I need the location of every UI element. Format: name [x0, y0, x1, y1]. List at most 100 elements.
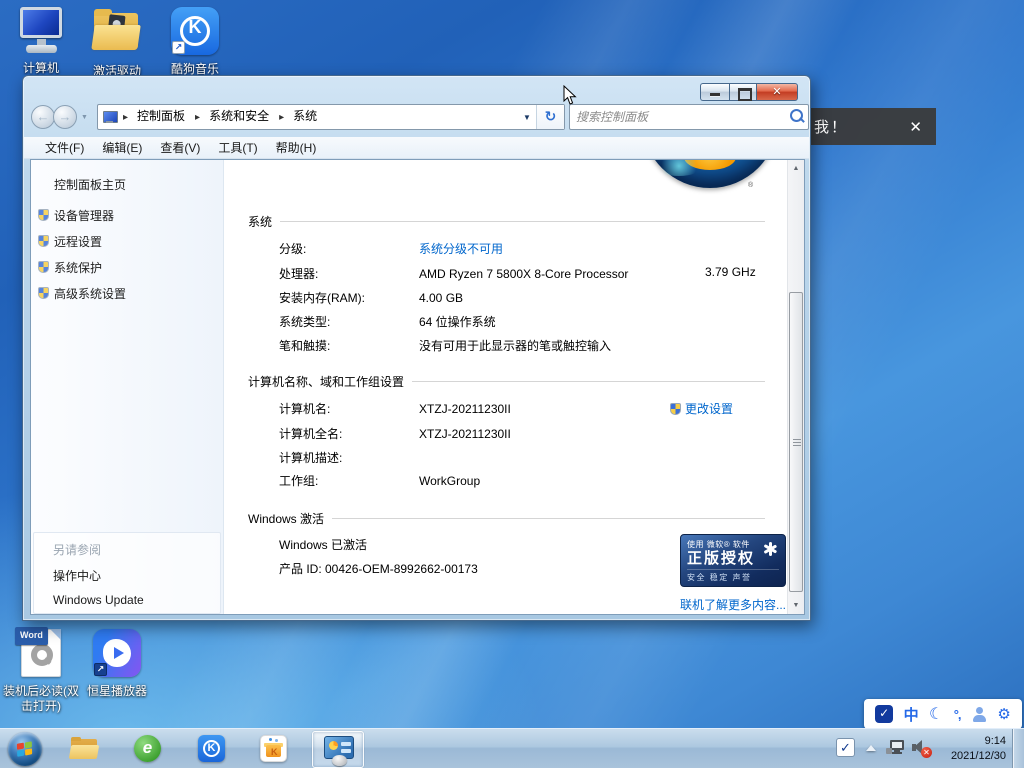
desktop-icon-activation-driver[interactable]: 激活驱动 — [78, 6, 156, 79]
genuine-software-badge[interactable]: 使用 微软® 软件 正版授权 安全 稳定 声誉 — [680, 534, 786, 587]
folder-icon — [91, 9, 143, 61]
taskbar-control-panel-button-active[interactable] — [312, 731, 364, 768]
ime-language-mode[interactable]: 中 — [904, 704, 919, 725]
tray-volume-muted-icon[interactable] — [912, 740, 932, 758]
word-document-icon: Word — [15, 629, 67, 681]
scrollbar-thumb[interactable] — [789, 292, 803, 592]
system-window: 控制面板 系统和安全 系统 文件(F) 编辑(E) 查看(V) 工具(T) 帮助… — [22, 75, 811, 621]
desktop-icon-readme-doc[interactable]: Word 装机后必读(双击打开) — [2, 628, 80, 714]
address-dropdown-icon[interactable] — [518, 113, 536, 122]
desktop-icon-star-player[interactable]: ↗ 恒星播放器 — [78, 628, 156, 699]
media-player-icon: ↗ — [91, 629, 143, 681]
ime-fullwidth-moon-icon[interactable] — [929, 704, 943, 724]
menu-file[interactable]: 文件(F) — [36, 137, 93, 158]
sidebar-item-advanced-settings[interactable]: 高级系统设置 — [54, 285, 126, 302]
section-header-system: 系统 — [248, 213, 765, 230]
sidebar-item-system-protection[interactable]: 系统保护 — [54, 259, 102, 276]
taskbar-explorer-button[interactable] — [70, 735, 98, 763]
scroll-up-icon[interactable] — [788, 160, 804, 177]
breadcrumb-system[interactable]: 系统 — [274, 104, 322, 130]
desktop-icon-label: 恒星播放器 — [78, 684, 156, 699]
ime-punctuation-icon[interactable] — [954, 707, 961, 722]
shortcut-arrow-icon: ↗ — [172, 41, 185, 54]
kugou-icon: K — [198, 735, 225, 762]
uac-shield-icon — [38, 261, 49, 273]
close-button[interactable] — [756, 83, 798, 101]
name-row-full-name: 计算机全名:XTZJ-20211230II — [279, 425, 511, 442]
menu-tools[interactable]: 工具(T) — [209, 137, 266, 158]
search-icon[interactable] — [786, 106, 808, 128]
taskbar-gamebox-button[interactable]: K — [260, 735, 288, 763]
name-row-computer-name: 计算机名:XTZJ-20211230II — [279, 400, 511, 417]
activation-status: Windows 已激活 — [279, 536, 367, 553]
uac-shield-icon — [38, 287, 49, 299]
start-button[interactable] — [8, 732, 42, 766]
sidebar-item-action-center[interactable]: 操作中心 — [53, 567, 101, 584]
kugou-music-icon: K ↗ — [169, 7, 221, 59]
gamebox-icon: K — [260, 735, 287, 762]
desktop-icon-kugou-music[interactable]: K ↗ 酷狗音乐 — [156, 6, 234, 77]
maximize-button[interactable] — [729, 83, 756, 101]
sidebar-item-control-panel-home[interactable]: 控制面板主页 — [54, 176, 126, 193]
system-row-processor: 处理器:AMD Ryzen 7 5800X 8-Core Processor 3… — [279, 265, 628, 282]
change-settings-link[interactable]: 更改设置 — [670, 400, 733, 417]
menu-bar: 文件(F) 编辑(E) 查看(V) 工具(T) 帮助(H) — [24, 137, 809, 159]
forward-button[interactable] — [53, 105, 77, 129]
window-body: 控制面板主页 设备管理器 远程设置 系统保护 高级系统设置 另请参阅 操作中心 … — [30, 159, 805, 615]
search-input[interactable] — [570, 110, 786, 124]
address-bar[interactable]: 控制面板 系统和安全 系统 — [97, 104, 565, 130]
sidebar: 控制面板主页 设备管理器 远程设置 系统保护 高级系统设置 另请参阅 操作中心 … — [31, 160, 224, 614]
search-box — [569, 104, 809, 130]
system-row-pen-touch: 笔和触摸:没有可用于此显示器的笔或触控输入 — [279, 337, 611, 354]
tray-network-icon[interactable] — [886, 739, 906, 757]
notification-close-icon[interactable] — [909, 118, 922, 136]
tray-clock[interactable]: 9:14 2021/12/30 — [934, 734, 1006, 764]
computer-icon — [15, 6, 67, 58]
menu-help[interactable]: 帮助(H) — [267, 137, 326, 158]
main-content: 系统 分级:系统分级不可用 处理器:AMD Ryzen 7 5800X 8-Co… — [224, 160, 787, 614]
ime-toolbar: 中 — [864, 699, 1022, 729]
recent-pages-dropdown-icon[interactable] — [81, 114, 88, 121]
menu-edit[interactable]: 编辑(E) — [93, 137, 151, 158]
ime-settings-gear-icon[interactable] — [997, 705, 1010, 723]
vertical-scrollbar[interactable] — [787, 160, 804, 614]
minimize-button[interactable] — [700, 83, 729, 101]
desktop: 计算机 激活驱动 K ↗ 酷狗音乐 Word 装机后必读(双击打开) ↗ 恒星播… — [0, 0, 1024, 768]
window-caption-buttons — [700, 83, 798, 101]
uac-shield-icon — [670, 403, 681, 415]
tray-hidden-icons-arrow[interactable] — [866, 745, 876, 751]
desktop-icon-computer[interactable]: 计算机 — [2, 6, 80, 76]
learn-more-link[interactable]: 联机了解更多内容... — [680, 596, 786, 613]
see-also-panel: 另请参阅 操作中心 Windows Update — [33, 532, 221, 614]
ime-app-icon[interactable] — [875, 705, 893, 723]
desktop-icon-label: 计算机 — [2, 61, 80, 76]
sidebar-item-windows-update[interactable]: Windows Update — [53, 593, 144, 607]
desktop-icon-label: 装机后必读(双击打开) — [0, 684, 84, 714]
ime-user-icon[interactable] — [971, 706, 987, 722]
sidebar-item-device-manager[interactable]: 设备管理器 — [54, 207, 114, 224]
name-row-description: 计算机描述: — [279, 449, 419, 466]
sidebar-item-remote-settings[interactable]: 远程设置 — [54, 233, 102, 250]
mouse-icon — [332, 755, 347, 766]
tray-app-icon[interactable] — [836, 738, 855, 757]
windows-logo-icon — [642, 160, 778, 188]
taskbar-kugou-button[interactable]: K — [198, 735, 226, 763]
word-badge: Word — [15, 627, 48, 645]
taskbar-browser-button[interactable]: e — [134, 735, 162, 763]
uac-shield-icon — [38, 209, 49, 221]
rating-unavailable-link[interactable]: 系统分级不可用 — [419, 242, 503, 256]
scroll-down-icon[interactable] — [788, 597, 804, 614]
breadcrumb-control-panel[interactable]: 控制面板 — [118, 104, 190, 130]
cpu-frequency: 3.79 GHz — [705, 265, 756, 279]
system-row-type: 系统类型:64 位操作系统 — [279, 313, 496, 330]
clock-time: 9:14 — [934, 734, 1006, 749]
address-row: 控制面板 系统和安全 系统 — [31, 103, 802, 131]
windows-flag-icon — [17, 742, 33, 757]
menu-view[interactable]: 查看(V) — [151, 137, 209, 158]
breadcrumb-system-security[interactable]: 系统和安全 — [190, 104, 274, 130]
refresh-icon[interactable] — [536, 105, 564, 129]
taskbar: e K K 9:14 2021/12/30 — [0, 728, 1024, 768]
show-desktop-button[interactable] — [1012, 729, 1024, 768]
system-row-ram: 安装内存(RAM):4.00 GB — [279, 289, 463, 306]
back-button[interactable] — [31, 105, 55, 129]
